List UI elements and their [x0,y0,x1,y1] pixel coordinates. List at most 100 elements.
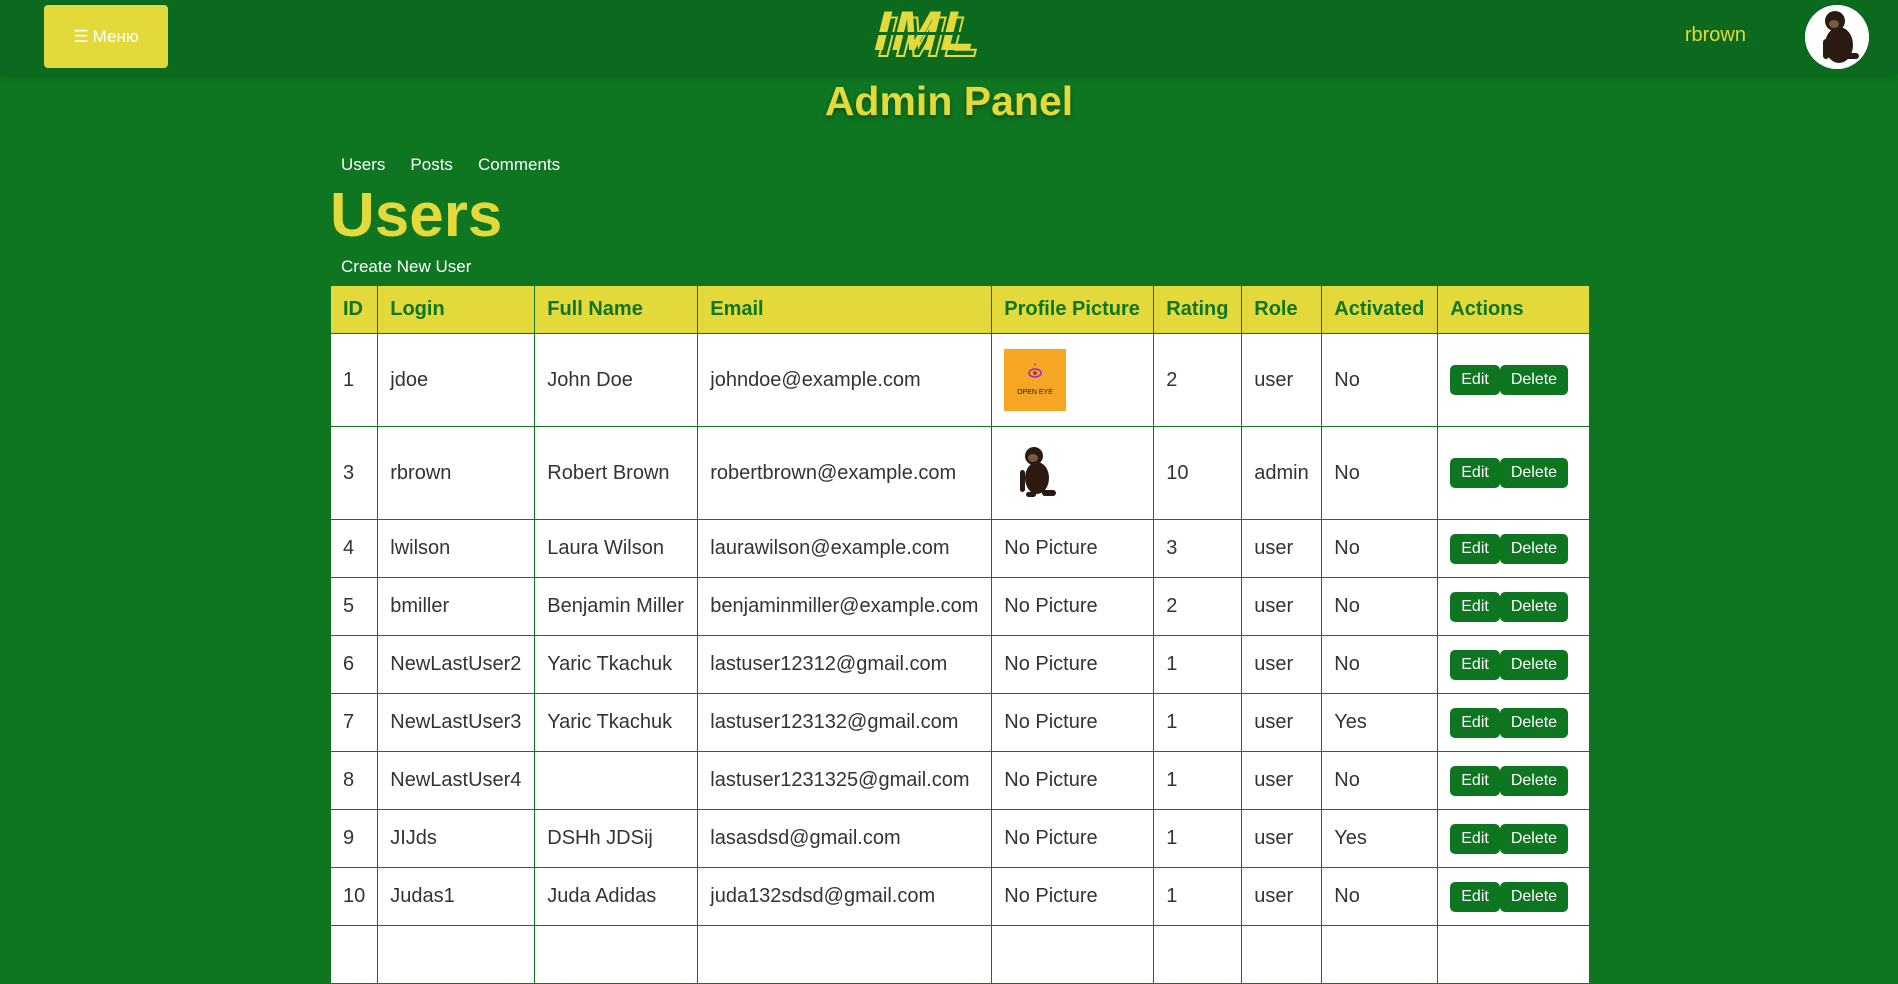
section-title: Users [330,181,503,250]
cell-actions: Edit Delete [1437,577,1591,636]
cell-role: user [1241,867,1323,926]
table-row: 6 NewLastUser2 Yaric Tkachuk lastuser12312@… [329,635,1591,694]
cell-actions: Edit Delete [1437,751,1591,810]
table-row: 1 jdoe John Doe johndoe@example.com OPEN EYE… [329,333,1591,427]
cell-profile-picture: No Picture [991,809,1155,868]
cell-activated: No [1321,635,1439,694]
table-row: 5 bmiller Benjamin Miller benjaminmiller@ex… [329,577,1591,636]
tab-comments[interactable]: Comments [478,155,560,175]
cell-full-name: Juda Adidas [534,867,699,926]
cell-activated [1321,925,1439,984]
admin-tabs: Users Posts Comments [341,155,560,175]
cell-full-name: DSHh JDSij [534,809,699,868]
menu-button[interactable]: ☰ Меню [44,5,168,68]
edit-button[interactable]: Edit [1450,707,1500,738]
hamburger-icon: ☰ [73,26,89,46]
cell-profile-picture: No Picture [991,693,1155,752]
column-header: ID [329,285,379,334]
cell-profile-picture: No Picture [991,519,1155,578]
table-row: 8 NewLastUser4 lastuser1231325@gmail.com No… [329,751,1591,810]
table-row [329,925,1591,984]
cell-login: bmiller [377,577,536,636]
cell-rating: 1 [1153,635,1243,694]
cell-email: lastuser1231325@gmail.com [697,751,993,810]
cell-role: user [1241,693,1323,752]
cell-rating: 3 [1153,519,1243,578]
edit-button[interactable]: Edit [1450,823,1500,854]
menu-label: Меню [92,26,139,46]
column-header: Rating [1153,285,1243,334]
cell-actions: Edit Delete [1437,519,1591,578]
edit-button[interactable]: Edit [1450,765,1500,796]
chimpanzee-photo-icon [1004,442,1067,504]
cell-rating: 1 [1153,809,1243,868]
delete-button[interactable]: Delete [1499,823,1569,854]
table-row: 10 Judas1 Juda Adidas juda132sdsd@gmail.com… [329,867,1591,926]
avatar[interactable] [1805,5,1869,69]
edit-button[interactable]: Edit [1450,881,1500,912]
edit-button[interactable]: Edit [1450,458,1500,488]
cell-email: robertbrown@example.com [697,426,993,520]
cell-rating: 10 [1153,426,1243,520]
cell-id: 9 [329,809,379,868]
edit-button[interactable]: Edit [1450,591,1500,622]
chimpanzee-icon [1805,5,1869,69]
cell-id [329,925,379,984]
delete-button[interactable]: Delete [1499,365,1569,395]
table-row: 7 NewLastUser3 Yaric Tkachuk lastuser123132… [329,693,1591,752]
cell-login: jdoe [377,333,536,427]
delete-button[interactable]: Delete [1499,765,1569,796]
cell-profile-picture: OPEN EYE [991,333,1155,427]
cell-id: 7 [329,693,379,752]
delete-button[interactable]: Delete [1499,881,1569,912]
cell-full-name: Laura Wilson [534,519,699,578]
cell-actions: Edit Delete [1437,426,1591,520]
cell-activated: Yes [1321,809,1439,868]
tab-posts[interactable]: Posts [410,155,453,175]
cell-actions: Edit Delete [1437,333,1591,427]
cell-actions [1437,925,1591,984]
cell-login: lwilson [377,519,536,578]
cell-id: 8 [329,751,379,810]
iml-logo[interactable]: IML IML [866,6,1058,66]
username-label[interactable]: rbrown [1685,24,1746,47]
table-header-row: ID Login Full Name Email Profile Picture Rati… [329,285,1591,334]
edit-button[interactable]: Edit [1450,649,1500,680]
delete-button[interactable]: Delete [1499,591,1569,622]
cell-email [697,925,993,984]
delete-button[interactable]: Delete [1499,533,1569,564]
cell-actions: Edit Delete [1437,809,1591,868]
cell-role: user [1241,333,1323,427]
create-new-user-link[interactable]: Create New User [341,257,471,277]
cell-login: rbrown [377,426,536,520]
users-table: ID Login Full Name Email Profile Picture Rati… [329,285,1591,984]
cell-full-name: Benjamin Miller [534,577,699,636]
cell-id: 4 [329,519,379,578]
column-header: Actions [1437,285,1591,334]
cell-email: johndoe@example.com [697,333,993,427]
cell-actions: Edit Delete [1437,693,1591,752]
edit-button[interactable]: Edit [1450,533,1500,564]
cell-role: admin [1241,426,1323,520]
column-header: Email [697,285,993,334]
tab-users[interactable]: Users [341,155,385,175]
cell-profile-picture: No Picture [991,867,1155,926]
cell-rating: 1 [1153,751,1243,810]
cell-activated: No [1321,519,1439,578]
delete-button[interactable]: Delete [1499,458,1569,488]
cell-activated: No [1321,426,1439,520]
cell-email: lastuser123132@gmail.com [697,693,993,752]
page-title: Admin Panel [824,78,1074,124]
cell-actions: Edit Delete [1437,635,1591,694]
edit-button[interactable]: Edit [1450,365,1500,395]
delete-button[interactable]: Delete [1499,649,1569,680]
cell-full-name: John Doe [534,333,699,427]
delete-button[interactable]: Delete [1499,707,1569,738]
cell-email: laurawilson@example.com [697,519,993,578]
table-row: 9 JIJds DSHh JDSij lasasdsd@gmail.com No Pic… [329,809,1591,868]
cell-rating: 1 [1153,693,1243,752]
cell-profile-picture: No Picture [991,577,1155,636]
cell-activated: No [1321,751,1439,810]
cell-login: Judas1 [377,867,536,926]
open-eye-logo-text: OPEN EYE [1017,389,1053,396]
